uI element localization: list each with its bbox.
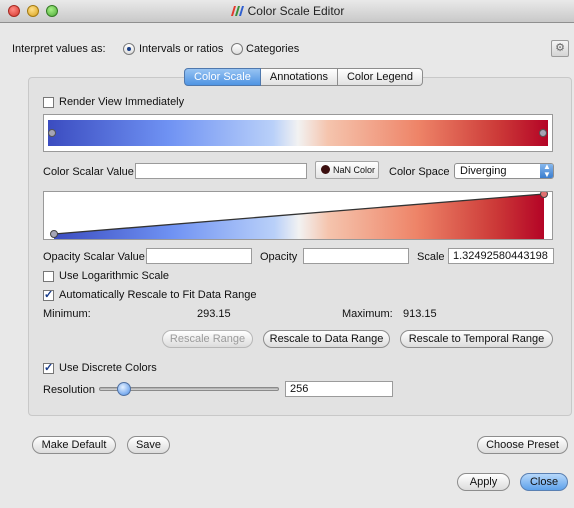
opacity-function-graph (50, 192, 548, 239)
nan-color-swatch (321, 165, 330, 174)
opacity-fill (54, 194, 544, 239)
color-gradient-editor[interactable] (43, 114, 553, 152)
choose-preset-button[interactable]: Choose Preset (477, 436, 568, 454)
color-control-point-max[interactable] (539, 129, 547, 137)
log-scale-label: Use Logarithmic Scale (59, 270, 170, 282)
minimum-label: Minimum: (43, 308, 91, 320)
maximum-value: 913.15 (403, 308, 437, 320)
opacity-input[interactable] (303, 248, 409, 264)
save-button[interactable]: Save (127, 436, 170, 454)
intervals-radio[interactable] (123, 43, 135, 55)
auto-rescale-checkbox[interactable]: ✓ (43, 290, 54, 301)
make-default-button[interactable]: Make Default (32, 436, 116, 454)
categories-label[interactable]: Categories (246, 43, 299, 55)
nan-color-button[interactable]: NaN Color (315, 161, 379, 179)
app-icon (230, 6, 244, 16)
render-immediately-checkbox[interactable] (43, 97, 54, 108)
tab-color-legend[interactable]: Color Legend (337, 68, 424, 86)
color-scalar-input[interactable] (135, 163, 307, 179)
color-gradient-bar (48, 120, 548, 146)
rescale-data-range-button[interactable]: Rescale to Data Range (263, 330, 390, 348)
minimum-value: 293.15 (197, 308, 231, 320)
rescale-temporal-range-button[interactable]: Rescale to Temporal Range (400, 330, 553, 348)
color-control-point-min[interactable] (48, 129, 56, 137)
resolution-label: Resolution (43, 384, 95, 396)
dropdown-arrow-icon: ▲ ▼ (540, 164, 553, 178)
nan-color-label: NaN Color (333, 165, 376, 175)
tab-annotations[interactable]: Annotations (260, 68, 338, 86)
resolution-input[interactable]: 256 (285, 381, 393, 397)
rescale-range-button[interactable]: Rescale Range (162, 330, 253, 348)
gear-icon[interactable]: ⚙ (551, 40, 569, 57)
log-scale-checkbox[interactable] (43, 271, 54, 282)
opacity-point-min[interactable] (50, 230, 58, 238)
opacity-scalar-label: Opacity Scalar Value (43, 251, 145, 263)
categories-radio[interactable] (231, 43, 243, 55)
auto-rescale-label: Automatically Rescale to Fit Data Range (59, 289, 257, 301)
opacity-function-editor[interactable] (43, 191, 553, 240)
discrete-colors-label: Use Discrete Colors (59, 362, 157, 374)
discrete-colors-checkbox[interactable]: ✓ (43, 363, 54, 374)
render-immediately-label: Render View Immediately (59, 96, 185, 108)
resolution-slider-knob[interactable] (117, 382, 131, 396)
tab-bar: Color Scale Annotations Color Legend (184, 68, 424, 86)
intervals-label[interactable]: Intervals or ratios (139, 43, 223, 55)
close-button[interactable]: Close (520, 473, 568, 491)
interpret-label: Interpret values as: (12, 43, 106, 55)
opacity-scalar-input[interactable] (146, 248, 252, 264)
tab-color-scale[interactable]: Color Scale (184, 68, 261, 86)
color-space-value: Diverging (460, 165, 507, 177)
color-space-select[interactable]: Diverging ▲ ▼ (454, 163, 554, 179)
opacity-point-max[interactable] (540, 192, 548, 198)
color-scalar-label: Color Scalar Value (43, 166, 134, 178)
maximum-label: Maximum: (342, 308, 393, 320)
scale-input[interactable]: 1.32492580443198 (448, 248, 554, 264)
apply-button[interactable]: Apply (457, 473, 510, 491)
title-bar: Color Scale Editor (0, 0, 574, 23)
window-title: Color Scale Editor (247, 4, 345, 18)
window-title-area: Color Scale Editor (0, 4, 574, 18)
scale-label: Scale (417, 251, 445, 263)
color-space-label: Color Space (389, 166, 450, 178)
opacity-label: Opacity (260, 251, 298, 263)
